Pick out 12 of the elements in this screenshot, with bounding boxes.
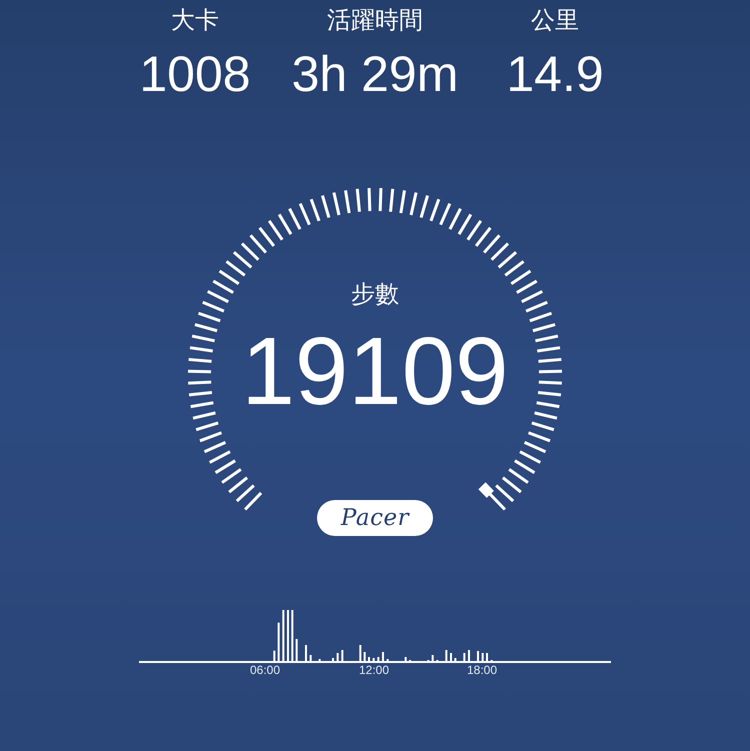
stat-value: 3h 29m — [292, 45, 458, 104]
stat-label: 活躍時間 — [327, 6, 423, 36]
stat-label: 公里 — [531, 6, 579, 36]
steps-count: 19109 — [242, 317, 508, 427]
time-label: 12:00 — [358, 663, 390, 677]
stat-value: 1008 — [139, 45, 251, 104]
time-label: 18:00 — [466, 663, 498, 677]
stat-value: 14.9 — [506, 45, 604, 104]
pacer-logo: Pacer — [317, 500, 433, 536]
steps-label: 步數 — [351, 280, 399, 310]
stat-label: 大卡 — [171, 6, 219, 36]
time-label: 06:00 — [250, 663, 280, 677]
